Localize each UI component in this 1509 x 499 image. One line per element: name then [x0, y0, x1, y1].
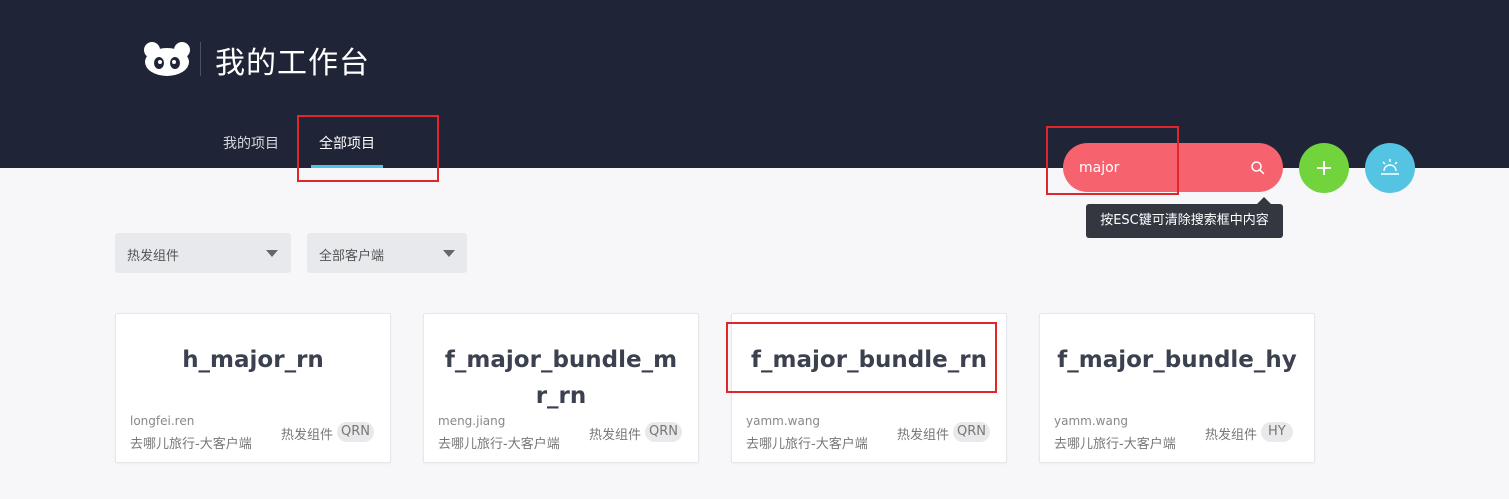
project-owner: longfei.ren: [130, 414, 195, 428]
top-header: 我的工作台 我的项目 全部项目: [0, 0, 1509, 168]
client-filter-select[interactable]: 全部客户端: [307, 233, 467, 273]
project-owner: yamm.wang: [746, 414, 821, 428]
project-type-badge: HY: [1261, 422, 1293, 442]
panda-logo-icon: [144, 42, 190, 76]
project-category: 热发组件: [589, 428, 642, 443]
search-tooltip: 按ESC键可清除搜索框中内容: [1086, 204, 1283, 238]
project-org: 去哪儿旅行-大客户端: [438, 437, 560, 452]
logo-divider: [200, 42, 201, 76]
sunrise-icon: [1381, 159, 1399, 175]
project-type-badge: QRN: [645, 422, 682, 442]
project-category: 热发组件: [1205, 428, 1258, 443]
project-owner: yamm.wang: [1054, 414, 1129, 428]
project-type-badge: QRN: [953, 422, 990, 442]
tooltip-arrow: [1257, 197, 1271, 204]
search-icon[interactable]: [1249, 159, 1267, 177]
tab-all-projects[interactable]: 全部项目: [319, 133, 375, 153]
plus-icon: [1317, 161, 1331, 175]
project-type-badge: QRN: [337, 422, 374, 442]
client-filter-value: 全部客户端: [319, 249, 385, 264]
project-owner: meng.jiang: [438, 414, 506, 428]
project-card[interactable]: f_major_bundle_rn yamm.wang 去哪儿旅行-大客户端 热…: [731, 313, 1007, 463]
project-title: f_major_bundle_mr_rn: [444, 347, 678, 409]
project-category: 热发组件: [281, 428, 334, 443]
project-org: 去哪儿旅行-大客户端: [1054, 437, 1176, 452]
chevron-down-icon: [266, 250, 278, 257]
project-org: 去哪儿旅行-大客户端: [746, 437, 868, 452]
theme-toggle-button[interactable]: [1365, 143, 1415, 193]
project-card[interactable]: h_major_rn longfei.ren 去哪儿旅行-大客户端 热发组件 Q…: [115, 313, 391, 463]
search-input[interactable]: [1079, 143, 1249, 192]
active-tab-indicator: [311, 165, 383, 168]
project-card[interactable]: f_major_bundle_mr_rn meng.jiang 去哪儿旅行-大客…: [423, 313, 699, 463]
project-title: h_major_rn: [182, 347, 324, 373]
category-filter-select[interactable]: 热发组件: [115, 233, 291, 273]
project-org: 去哪儿旅行-大客户端: [130, 437, 252, 452]
page-title: 我的工作台: [215, 46, 370, 81]
chevron-down-icon: [443, 250, 455, 257]
category-filter-value: 热发组件: [127, 249, 180, 264]
project-card[interactable]: f_major_bundle_hy yamm.wang 去哪儿旅行-大客户端 热…: [1039, 313, 1315, 463]
add-project-button[interactable]: [1299, 143, 1349, 193]
tab-my-projects[interactable]: 我的项目: [223, 133, 279, 153]
project-title: f_major_bundle_hy: [1057, 347, 1297, 373]
project-category: 热发组件: [897, 428, 950, 443]
project-title: f_major_bundle_rn: [751, 347, 987, 373]
